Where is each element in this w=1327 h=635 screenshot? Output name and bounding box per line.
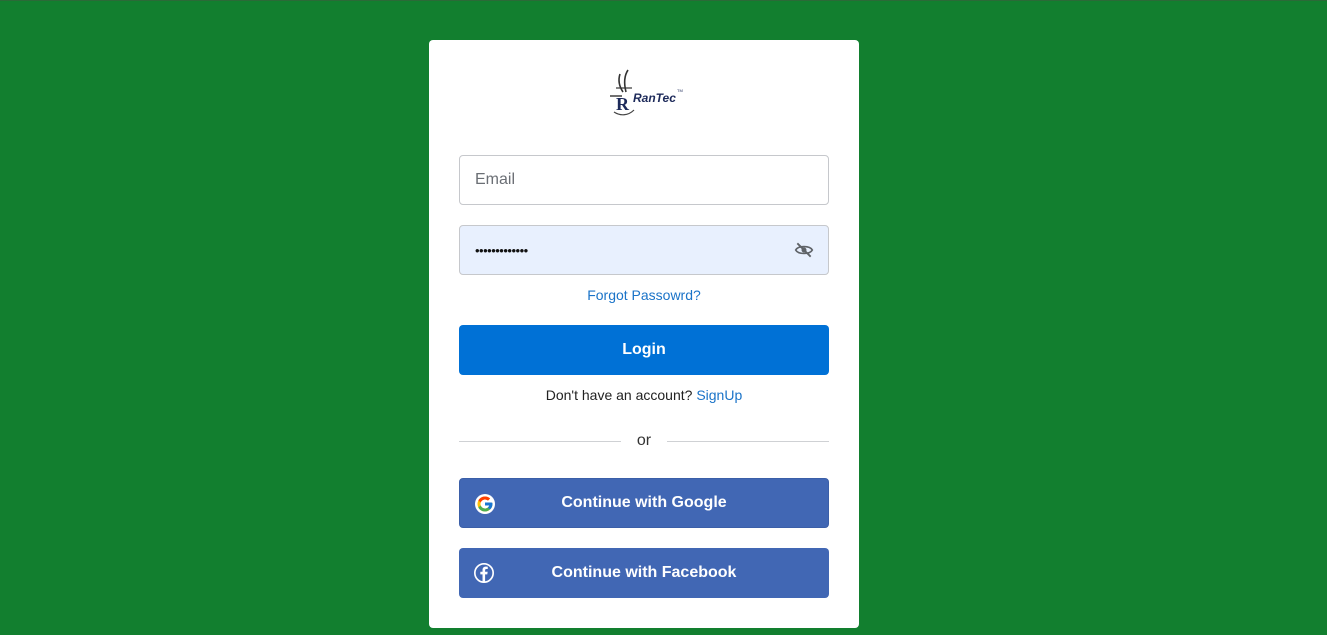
svg-text:R: R [616,94,630,114]
no-account-text: Don't have an account? [545,387,693,403]
email-field[interactable]: Email [459,155,829,205]
signup-prompt: Don't have an account? SignUp [429,387,859,403]
signup-link[interactable]: SignUp [696,387,742,403]
facebook-login-button[interactable]: Continue with Facebook [459,548,829,598]
eye-off-icon[interactable] [794,240,814,260]
facebook-icon [473,562,495,584]
password-value: ••••••••••••• [475,242,528,258]
email-placeholder: Email [475,171,516,188]
facebook-button-label: Continue with Facebook [551,564,737,581]
svg-text:TM: TM [677,88,683,93]
google-login-button[interactable]: Continue with Google [459,478,829,528]
rantec-logo-image: R RanTec TM [610,69,683,116]
rantec-logo: R RanTec TM [602,66,692,122]
divider-line-left [459,440,621,442]
login-button[interactable]: Login [459,325,829,375]
google-icon [474,493,496,515]
svg-text:RanTec: RanTec [633,91,676,105]
divider-line-right [667,440,829,442]
google-button-label: Continue with Google [561,494,727,511]
login-card: R RanTec TM Email ••••••••••••• Forgot P… [429,40,859,628]
password-field[interactable]: ••••••••••••• [459,225,829,275]
forgot-password-link[interactable]: Forgot Passowrd? [429,287,859,303]
or-divider: or [459,431,829,451]
divider-text: or [636,432,652,449]
